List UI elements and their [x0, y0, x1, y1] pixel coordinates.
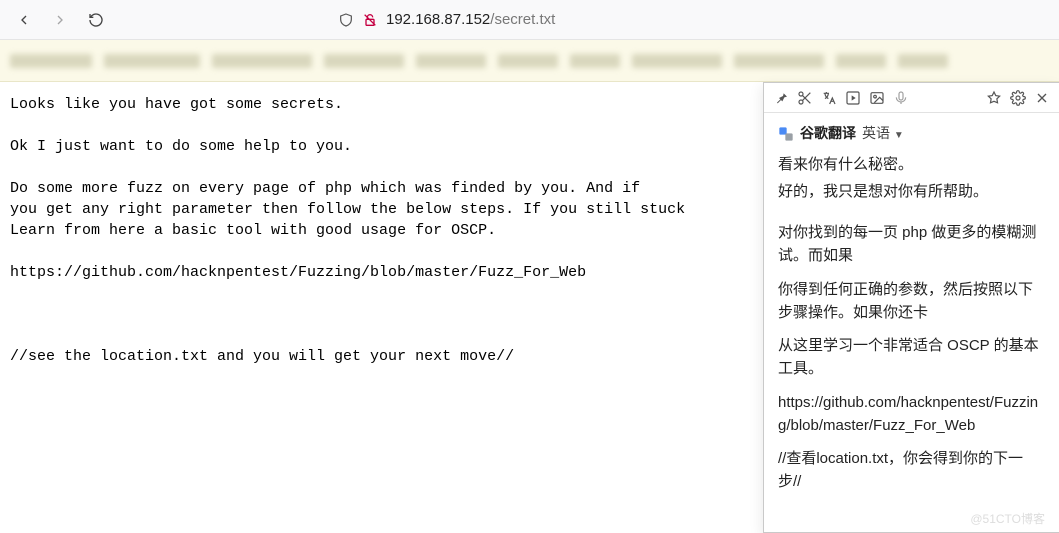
browser-nav-bar: 192.168.87.152/secret.txt [0, 0, 1059, 40]
translate-panel: 谷歌翻译 英语 ▼ 看来你有什么秘密。 好的，我只是想对你有所帮助。 对你找到的… [763, 82, 1059, 533]
translate-icon[interactable] [820, 89, 838, 107]
translation-block: https://github.com/hacknpentest/Fuzzing/… [778, 391, 1045, 438]
mic-icon[interactable] [892, 89, 910, 107]
star-icon[interactable] [985, 89, 1003, 107]
translation-line: 看来你有什么秘密。 [778, 153, 1045, 176]
reload-button[interactable] [82, 6, 110, 34]
play-icon[interactable] [844, 89, 862, 107]
close-icon[interactable] [1033, 89, 1051, 107]
bookmark-bar [0, 40, 1059, 82]
address-bar[interactable]: 192.168.87.152/secret.txt [118, 11, 1049, 28]
translation-block: 对你找到的每一页 php 做更多的模糊测试。而如果 [778, 221, 1045, 268]
url-text: 192.168.87.152/secret.txt [386, 11, 555, 28]
watermark: @51CTO博客 [970, 510, 1045, 527]
translation-line: 好的，我只是想对你有所帮助。 [778, 180, 1045, 203]
translation-block: 你得到任何正确的参数，然后按照以下步骤操作。如果你还卡 [778, 278, 1045, 325]
pin-icon[interactable] [772, 89, 790, 107]
translation-block: 从这里学习一个非常适合 OSCP 的基本工具。 [778, 334, 1045, 381]
chevron-down-icon: ▼ [894, 130, 904, 141]
forward-button[interactable] [46, 6, 74, 34]
back-button[interactable] [10, 6, 38, 34]
panel-brand: 谷歌翻译 [800, 123, 856, 145]
panel-content: 谷歌翻译 英语 ▼ 看来你有什么秘密。 好的，我只是想对你有所帮助。 对你找到的… [764, 113, 1059, 514]
image-icon[interactable] [868, 89, 886, 107]
shield-icon [338, 12, 354, 28]
gear-icon[interactable] [1009, 89, 1027, 107]
panel-language[interactable]: 英语 ▼ [862, 123, 904, 145]
panel-toolbar [764, 83, 1059, 113]
scissors-icon[interactable] [796, 89, 814, 107]
google-translate-icon [778, 126, 794, 142]
insecure-lock-icon [362, 12, 378, 28]
translation-block: //查看location.txt，你会得到你的下一步// [778, 447, 1045, 494]
panel-header[interactable]: 谷歌翻译 英语 ▼ [778, 123, 1045, 145]
